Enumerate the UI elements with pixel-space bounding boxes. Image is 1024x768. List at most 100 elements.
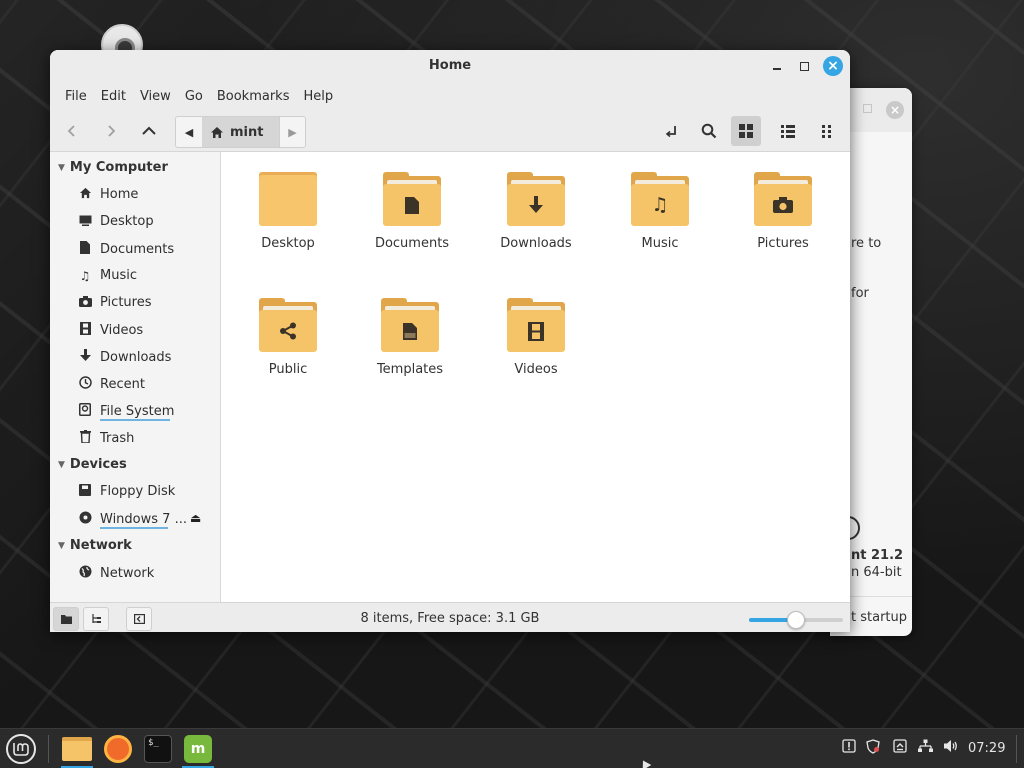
- sidebar-item-trash[interactable]: Trash: [78, 430, 134, 446]
- sidebar-item-network[interactable]: Network: [78, 565, 154, 581]
- maximize-icon[interactable]: [794, 56, 814, 76]
- file-manager-window: Home × File Edit View Go Bookmarks Help …: [50, 50, 850, 632]
- menu-edit[interactable]: Edit: [94, 89, 133, 104]
- status-text: 8 items, Free space: 3.1 GB: [360, 611, 540, 626]
- menu-bookmarks[interactable]: Bookmarks: [210, 89, 297, 104]
- file-system-usage-bar: [100, 419, 170, 421]
- sidebar-section-my-computer[interactable]: ▼ My Computer: [58, 160, 168, 175]
- sidebar-item-label: Recent: [100, 376, 145, 392]
- close-icon[interactable]: ×: [823, 56, 843, 76]
- taskbar-separator: [48, 735, 49, 763]
- network-icon[interactable]: [916, 739, 934, 757]
- menu-file[interactable]: File: [58, 89, 94, 104]
- collapse-triangle-icon[interactable]: ▼: [58, 460, 65, 470]
- folder-label: Public: [268, 362, 308, 377]
- folder-label: Documents: [374, 236, 450, 251]
- file-view[interactable]: Desktop Documents Downloads ♫ Music Pict…: [222, 152, 850, 602]
- search-icon[interactable]: [694, 116, 724, 146]
- windows-drive-usage-bar: [100, 527, 168, 529]
- folder-item-templates[interactable]: Templates: [355, 298, 465, 377]
- open-terminal-icon[interactable]: [656, 116, 686, 146]
- folder-item-pictures[interactable]: Pictures: [728, 172, 838, 251]
- taskbar-firefox-app[interactable]: [100, 731, 136, 767]
- folder-item-documents[interactable]: Documents: [357, 172, 467, 251]
- background-maximize-icon[interactable]: [863, 104, 872, 113]
- background-text-fragment: re to: [851, 236, 882, 251]
- up-icon[interactable]: [134, 116, 164, 146]
- background-close-icon[interactable]: ×: [886, 101, 904, 119]
- sidebar-item-home[interactable]: Home: [78, 187, 138, 202]
- sidebar-item-label: File System: [100, 403, 175, 419]
- taskbar-mint-update-app[interactable]: m: [180, 731, 216, 768]
- folder-item-music[interactable]: ♫ Music: [605, 172, 715, 251]
- folder-item-videos[interactable]: Videos: [481, 298, 591, 377]
- sidebar-item-downloads[interactable]: Downloads: [78, 349, 171, 365]
- sidebar-item-desktop[interactable]: Desktop: [78, 214, 154, 229]
- notifications-icon[interactable]: [840, 739, 858, 757]
- show-desktop-button[interactable]: [1016, 735, 1017, 763]
- sidebar-item-label: Videos: [100, 322, 144, 338]
- background-version-text: nt 21.2: [851, 548, 904, 563]
- forward-icon[interactable]: [96, 116, 126, 146]
- zoom-slider[interactable]: [749, 611, 843, 629]
- list-view-icon[interactable]: [773, 116, 803, 146]
- folder-templates-icon: [381, 298, 439, 352]
- sidebar-section-title: Network: [69, 538, 132, 553]
- sidebar-section-devices[interactable]: ▼ Devices: [58, 457, 127, 472]
- sidebar-item-file-system[interactable]: File System: [78, 403, 174, 419]
- clock-icon: [78, 376, 92, 392]
- sidebar-item-videos[interactable]: Videos: [78, 322, 143, 338]
- shield-icon[interactable]: [864, 739, 882, 757]
- eject-icon[interactable]: ⏏: [190, 511, 201, 525]
- path-segment-home[interactable]: mint: [202, 117, 279, 147]
- sidebar-item-label: Documents: [100, 241, 175, 257]
- film-icon: [78, 322, 92, 338]
- sidebar-item-windows-drive[interactable]: Windows 7 ...: [78, 511, 187, 527]
- menu-view[interactable]: View: [133, 89, 178, 104]
- clock[interactable]: 07:29: [968, 741, 1005, 756]
- folder-documents-icon: [383, 172, 441, 226]
- folder-item-public[interactable]: Public: [233, 298, 343, 377]
- home-icon: [78, 187, 92, 202]
- music-icon: ♫: [79, 268, 91, 283]
- background-text-fragment: for: [851, 286, 869, 301]
- folder-videos-icon: [507, 298, 565, 352]
- camera-icon: [78, 295, 92, 310]
- compact-view-icon[interactable]: [811, 116, 841, 146]
- collapse-triangle-icon[interactable]: ▼: [58, 541, 65, 551]
- folder-pictures-icon: [754, 172, 812, 226]
- volume-icon[interactable]: [942, 739, 960, 757]
- collapse-triangle-icon[interactable]: ▼: [58, 163, 65, 173]
- sidebar-item-label: Network: [100, 565, 155, 581]
- mint-menu-icon[interactable]: [6, 734, 36, 764]
- pathbar: ◀ mint ▶: [175, 116, 306, 148]
- sidebar-section-title: Devices: [69, 457, 127, 472]
- sidebar-item-pictures[interactable]: Pictures: [78, 295, 151, 310]
- path-right-arrow-icon[interactable]: ▶: [279, 117, 305, 147]
- sidebar-item-recent[interactable]: Recent: [78, 376, 145, 392]
- folder-item-desktop[interactable]: Desktop: [233, 172, 343, 251]
- update-manager-icon[interactable]: [891, 739, 909, 757]
- zoom-slider-handle[interactable]: [787, 611, 805, 629]
- taskbar: $_ m 07:29: [0, 728, 1024, 768]
- folder-item-downloads[interactable]: Downloads: [481, 172, 591, 251]
- firefox-icon: [104, 735, 132, 763]
- sidebar-item-documents[interactable]: Documents: [78, 241, 174, 257]
- show-at-startup-label[interactable]: t startup: [851, 610, 907, 625]
- menu-go[interactable]: Go: [178, 89, 210, 104]
- sidebar-item-label: Windows 7 ...: [100, 511, 187, 527]
- icon-view-icon[interactable]: [731, 116, 761, 146]
- folder-downloads-icon: [507, 172, 565, 226]
- path-left-arrow-icon[interactable]: ◀: [176, 117, 202, 147]
- titlebar[interactable]: Home ×: [50, 50, 850, 82]
- minimize-icon[interactable]: [767, 56, 787, 76]
- sidebar-item-floppy-disk[interactable]: Floppy Disk: [78, 484, 175, 499]
- floppy-icon: [78, 484, 92, 499]
- files-app-icon: [62, 737, 92, 761]
- taskbar-files-app[interactable]: [59, 731, 95, 768]
- back-icon[interactable]: [57, 116, 87, 146]
- sidebar-section-network[interactable]: ▼ Network: [58, 538, 132, 553]
- menu-help[interactable]: Help: [296, 89, 340, 104]
- sidebar-item-music[interactable]: ♫ Music: [78, 268, 137, 283]
- taskbar-terminal-app[interactable]: $_: [140, 731, 176, 767]
